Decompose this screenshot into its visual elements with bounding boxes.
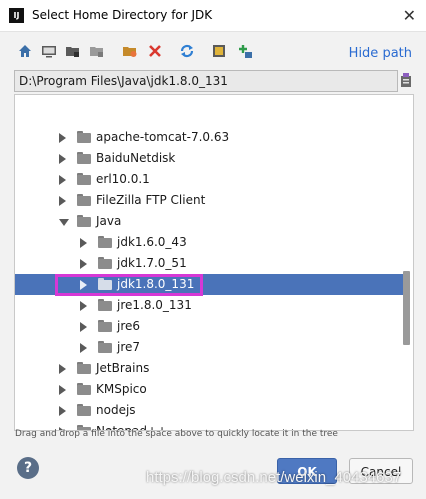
tree-item[interactable]: apache-tomcat-7.0.63	[15, 127, 405, 148]
expand-right-arrow-icon[interactable]	[59, 385, 66, 395]
tree-item[interactable]: nodejs	[15, 400, 405, 421]
expand-right-arrow-icon[interactable]	[59, 175, 66, 185]
tree-item[interactable]: FileZilla FTP Client	[15, 190, 405, 211]
hide-path-link[interactable]: Hide path	[349, 46, 412, 61]
tree-item[interactable]: jre6	[15, 316, 405, 337]
expand-right-arrow-icon[interactable]	[80, 322, 87, 332]
expand-right-arrow-icon[interactable]	[59, 364, 66, 374]
folder-icon	[77, 404, 91, 416]
window-title: Select Home Directory for JDK	[32, 8, 213, 22]
expand-right-arrow-icon[interactable]	[80, 280, 87, 290]
add-root-icon[interactable]	[236, 42, 254, 60]
folder-icon	[77, 383, 91, 395]
folder-icon	[77, 215, 91, 227]
tree-item[interactable]: jre1.8.0_131	[15, 295, 405, 316]
tree-item-label: KMSpico	[96, 382, 147, 396]
folder-icon	[98, 299, 112, 311]
project-folder-icon[interactable]	[64, 42, 82, 60]
home-icon[interactable]	[16, 42, 34, 60]
folder-icon	[98, 257, 112, 269]
tree-item-label: BaiduNetdisk	[96, 151, 176, 165]
tree-item-label: jre6	[117, 319, 141, 333]
tree-item[interactable]: KMSpico	[15, 379, 405, 400]
tree-item[interactable]: JetBrains	[15, 358, 405, 379]
module-folder-icon[interactable]	[88, 42, 106, 60]
intellij-app-icon: IJ	[9, 8, 24, 23]
title-bar: IJ Select Home Directory for JDK ✕	[0, 0, 426, 32]
tree-item-label: jdk1.8.0_131	[117, 277, 195, 291]
tree-item-label: erl10.0.1	[96, 172, 150, 186]
path-history-icon[interactable]	[400, 72, 412, 88]
expand-right-arrow-icon[interactable]	[80, 301, 87, 311]
refresh-icon[interactable]	[178, 42, 196, 60]
expand-right-arrow-icon[interactable]	[59, 133, 66, 143]
tree-item[interactable]: Java	[15, 211, 405, 232]
tree-item-label: jre7	[117, 340, 141, 354]
close-icon[interactable]: ✕	[403, 6, 416, 25]
tree-item-label: jdk1.6.0_43	[117, 235, 187, 249]
tree-scrollbar[interactable]	[403, 271, 410, 345]
folder-icon	[77, 152, 91, 164]
folder-icon	[77, 362, 91, 374]
expand-right-arrow-icon[interactable]	[59, 196, 66, 206]
expand-down-arrow-icon[interactable]	[59, 219, 69, 226]
folder-icon	[77, 173, 91, 185]
tree-item-label: FileZilla FTP Client	[96, 193, 206, 207]
expand-right-arrow-icon[interactable]	[80, 343, 87, 353]
desktop-icon[interactable]	[40, 42, 58, 60]
tree-item[interactable]: jdk1.6.0_43	[15, 232, 405, 253]
delete-icon[interactable]	[146, 42, 164, 60]
tree-item[interactable]: BaiduNetdisk	[15, 148, 405, 169]
folder-icon	[98, 320, 112, 332]
folder-icon	[98, 341, 112, 353]
new-folder-icon[interactable]	[121, 42, 139, 60]
expand-right-arrow-icon[interactable]	[80, 259, 87, 269]
folder-icon	[98, 278, 112, 290]
show-hidden-icon[interactable]	[210, 42, 228, 60]
tree-item-label: jdk1.7.0_51	[117, 256, 187, 270]
drag-drop-hint: Drag and drop a file into the space abov…	[15, 429, 338, 439]
expand-right-arrow-icon[interactable]	[80, 238, 87, 248]
tree-item[interactable]: erl10.0.1	[15, 169, 405, 190]
tree-item[interactable]: jre7	[15, 337, 405, 358]
help-button[interactable]: ?	[17, 457, 39, 479]
directory-tree[interactable]: apache-tomcat-7.0.63 BaiduNetdisk erl10.0.…	[14, 94, 414, 431]
folder-icon	[77, 131, 91, 143]
expand-right-arrow-icon[interactable]	[59, 154, 66, 164]
tree-item-label: jre1.8.0_131	[117, 298, 192, 312]
folder-icon	[98, 236, 112, 248]
tree-item[interactable]: jdk1.8.0_131	[15, 274, 405, 295]
tree-item-label: JetBrains	[96, 361, 150, 375]
tree-item-label: apache-tomcat-7.0.63	[96, 130, 230, 144]
watermark-text: https://blog.csdn.net/weixin_40434637	[146, 469, 402, 486]
tree-item-label: nodejs	[96, 403, 136, 417]
expand-right-arrow-icon[interactable]	[59, 406, 66, 416]
path-field[interactable]: D:\Program Files\Java\jdk1.8.0_131	[14, 70, 398, 92]
tree-item[interactable]: jdk1.7.0_51	[15, 253, 405, 274]
folder-icon	[77, 194, 91, 206]
dialog-content: Hide path D:\Program Files\Java\jdk1.8.0…	[0, 32, 426, 499]
tree-item-label: Java	[96, 214, 122, 228]
